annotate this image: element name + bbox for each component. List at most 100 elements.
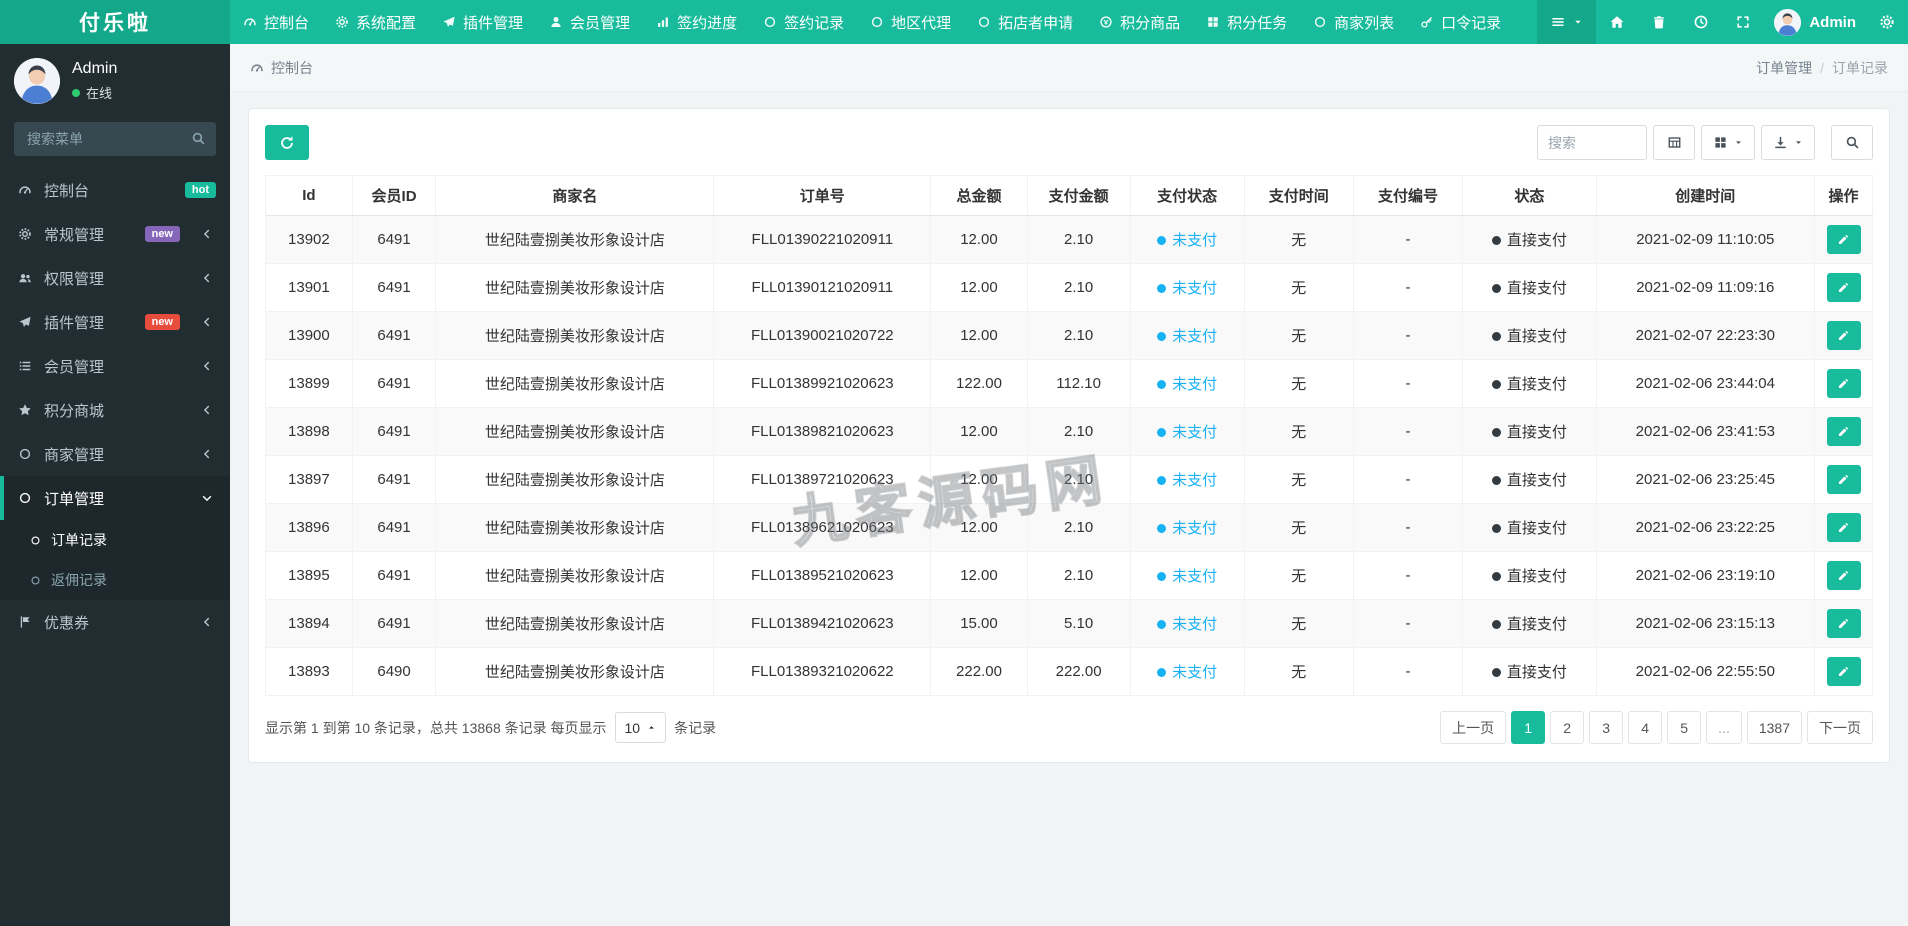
sidebar-item-coupon[interactable]: 优惠券 xyxy=(0,600,230,644)
edit-button[interactable] xyxy=(1826,321,1861,350)
nav-item-sign-progress[interactable]: 签约进度 xyxy=(643,0,750,44)
column-header-0[interactable]: Id xyxy=(265,175,353,216)
pagination-next[interactable]: 下一页 xyxy=(1807,711,1873,744)
table-row: 13897 6491 世纪陆壹捌美妆形象设计店 FLL0138972102062… xyxy=(265,455,1873,504)
cell-pay-status: 未支付 xyxy=(1129,647,1245,696)
status-dot-icon xyxy=(1157,380,1167,389)
cell-actions xyxy=(1814,407,1873,456)
cell-pay-no: - xyxy=(1352,215,1464,264)
nav-item-plugin-manage[interactable]: 插件管理 xyxy=(429,0,536,44)
column-header-3[interactable]: 订单号 xyxy=(713,175,932,216)
sidebar-item-order-manage[interactable]: 订单管理 xyxy=(0,476,230,520)
cell-id: 13895 xyxy=(265,551,353,600)
cell-total: 12.00 xyxy=(930,215,1028,264)
edit-button[interactable] xyxy=(1826,657,1861,686)
edit-button[interactable] xyxy=(1826,609,1861,638)
edit-button[interactable] xyxy=(1826,273,1861,302)
column-header-4[interactable]: 总金额 xyxy=(930,175,1028,216)
toggle-view-button[interactable] xyxy=(1653,125,1695,160)
circle-icon xyxy=(870,15,884,29)
sidebar-subitem-rebate-record[interactable]: 返佣记录 xyxy=(0,560,230,600)
nav-item-system-config[interactable]: 系统配置 xyxy=(322,0,429,44)
refresh-button[interactable] xyxy=(265,125,309,160)
nav-item-points-goods[interactable]: 积分商品 xyxy=(1086,0,1193,44)
edit-button[interactable] xyxy=(1826,417,1861,446)
nav-item-sign-record[interactable]: 签约记录 xyxy=(750,0,857,44)
breadcrumb[interactable]: 控制台 xyxy=(250,58,313,78)
sidebar-subitem-order-record[interactable]: 订单记录 xyxy=(0,520,230,560)
pagination-page-1387[interactable]: 1387 xyxy=(1746,711,1802,744)
sidebar-item-plugin-manage[interactable]: 插件管理 new xyxy=(0,300,230,344)
sidebar-search-input[interactable] xyxy=(14,122,216,156)
sidebar-item-merchant-manage[interactable]: 商家管理 xyxy=(0,432,230,476)
column-header-10[interactable]: 创建时间 xyxy=(1595,175,1816,216)
nav-item-console[interactable]: 控制台 xyxy=(230,0,322,44)
column-header-5[interactable]: 支付金额 xyxy=(1026,175,1131,216)
edit-button[interactable] xyxy=(1826,465,1861,494)
list-icon xyxy=(16,359,34,373)
pagination-page-3[interactable]: 3 xyxy=(1589,711,1624,744)
brand-logo[interactable]: 付乐啦 xyxy=(0,0,230,44)
users-icon xyxy=(16,271,34,285)
user-menu[interactable]: Admin xyxy=(1764,0,1866,44)
home-button[interactable] xyxy=(1596,0,1638,44)
nav-item-region-agent[interactable]: 地区代理 xyxy=(857,0,964,44)
search-icon[interactable] xyxy=(191,131,206,146)
edit-button[interactable] xyxy=(1826,561,1861,590)
column-header-6[interactable]: 支付状态 xyxy=(1129,175,1245,216)
cell-pay-time: 无 xyxy=(1243,599,1354,648)
cell-total: 12.00 xyxy=(930,503,1028,552)
sidebar-item-console[interactable]: 控制台 hot xyxy=(0,168,230,212)
sidebar-item-member-manage[interactable]: 会员管理 xyxy=(0,344,230,388)
table-search-input[interactable] xyxy=(1537,125,1647,160)
pagination-page-4[interactable]: 4 xyxy=(1628,711,1663,744)
cell-merchant: 世纪陆壹捌美妆形象设计店 xyxy=(435,311,715,360)
cell-paid: 112.10 xyxy=(1026,359,1131,408)
nav-item-points-task[interactable]: 积分任务 xyxy=(1193,0,1300,44)
pencil-icon xyxy=(1837,617,1850,630)
export-button[interactable] xyxy=(1761,125,1815,160)
column-header-7[interactable]: 支付时间 xyxy=(1243,175,1354,216)
column-header-1[interactable]: 会员ID xyxy=(351,175,437,216)
edit-button[interactable] xyxy=(1826,369,1861,398)
cell-created: 2021-02-07 22:23:30 xyxy=(1595,311,1816,360)
pagination-page-2[interactable]: 2 xyxy=(1550,711,1585,744)
status-dot-icon xyxy=(1491,668,1501,677)
edit-button[interactable] xyxy=(1826,225,1861,254)
pagination-page-1[interactable]: 1 xyxy=(1511,711,1546,744)
sidebar-item-auth-manage[interactable]: 权限管理 xyxy=(0,256,230,300)
nav-item-store-apply[interactable]: 拓店者申请 xyxy=(964,0,1086,44)
cell-actions xyxy=(1814,215,1873,264)
sidebar-item-points-mall[interactable]: 积分商城 xyxy=(0,388,230,432)
log-button[interactable] xyxy=(1680,0,1722,44)
sidebar-item-general-manage[interactable]: 常规管理 new xyxy=(0,212,230,256)
cell-pay-status: 未支付 xyxy=(1129,359,1245,408)
pagination-prev[interactable]: 上一页 xyxy=(1440,711,1507,744)
column-header-9[interactable]: 状态 xyxy=(1462,175,1597,216)
pagination-page-5[interactable]: 5 xyxy=(1667,711,1702,744)
edit-button[interactable] xyxy=(1826,513,1861,542)
clear-cache-button[interactable] xyxy=(1638,0,1680,44)
fullscreen-button[interactable] xyxy=(1722,0,1764,44)
cell-member-id: 6491 xyxy=(351,263,437,312)
online-status[interactable]: 在线 xyxy=(72,83,117,102)
cell-status: 直接支付 xyxy=(1462,263,1597,312)
cell-pay-status: 未支付 xyxy=(1129,215,1245,264)
nav-item-member-manage[interactable]: 会员管理 xyxy=(536,0,643,44)
nav-item-merchant-list[interactable]: 商家列表 xyxy=(1300,0,1407,44)
nav-item-token-record[interactable]: 口令记录 xyxy=(1407,0,1514,44)
settings-button[interactable] xyxy=(1866,0,1908,44)
cell-order-no: FLL01390221020911 xyxy=(713,215,932,264)
column-header-11[interactable]: 操作 xyxy=(1814,175,1873,216)
cell-pay-time: 无 xyxy=(1243,647,1354,696)
columns-button[interactable] xyxy=(1701,125,1755,160)
column-header-2[interactable]: 商家名 xyxy=(435,175,715,216)
menu-toggle-dropdown[interactable] xyxy=(1537,0,1597,44)
cell-pay-status: 未支付 xyxy=(1129,311,1245,360)
page-size-dropdown[interactable]: 10 xyxy=(614,712,667,743)
column-header-8[interactable]: 支付编号 xyxy=(1352,175,1464,216)
status-dot-icon xyxy=(1491,572,1501,581)
search-toggle-button[interactable] xyxy=(1831,125,1873,160)
cell-total: 12.00 xyxy=(930,407,1028,456)
cell-id: 13896 xyxy=(265,503,353,552)
